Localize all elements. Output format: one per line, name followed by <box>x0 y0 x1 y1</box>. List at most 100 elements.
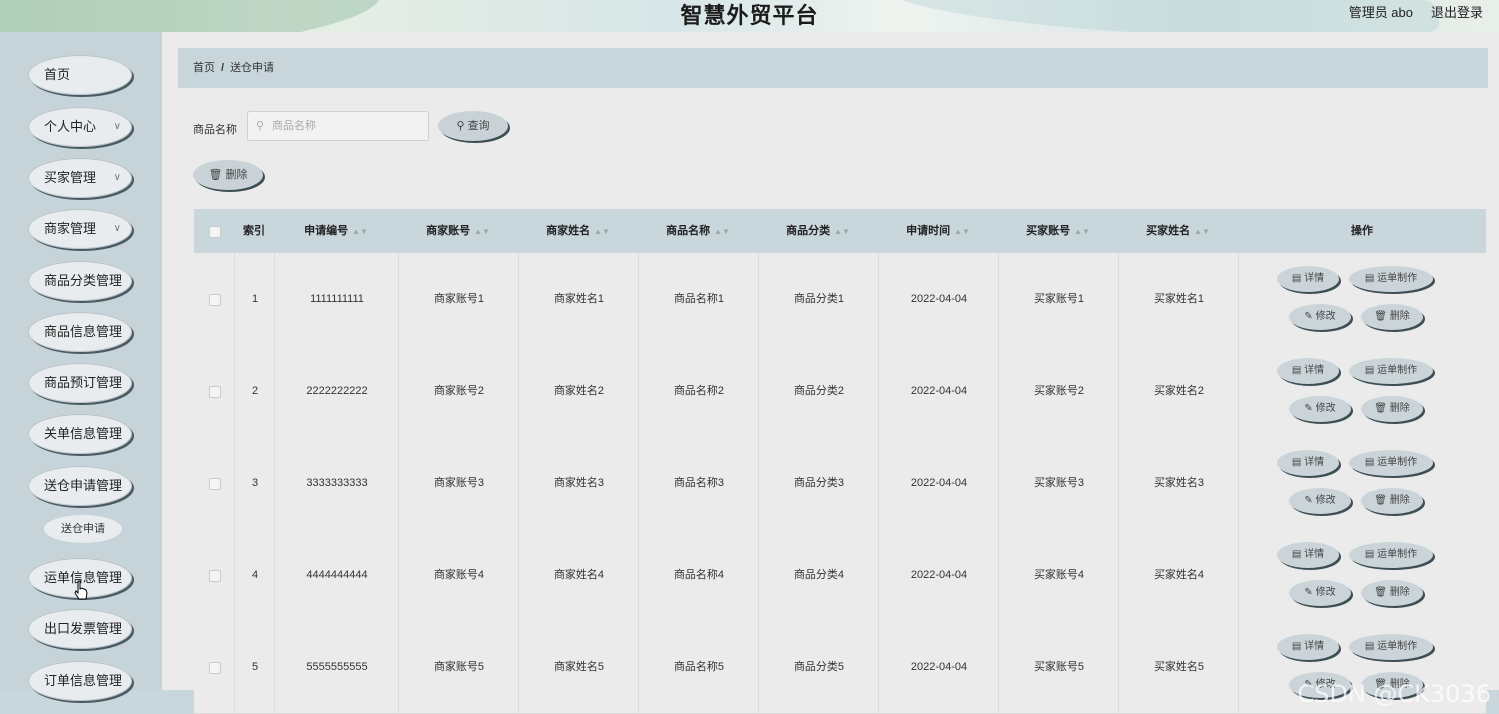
column-header: 索引 <box>234 209 274 253</box>
table-cell: 商品名称1 <box>638 253 759 345</box>
column-header[interactable]: 买家账号 ▲▼ <box>998 209 1118 253</box>
row-checkbox[interactable] <box>209 386 221 398</box>
sidebar-item-label: 商品分类管理 <box>44 273 123 288</box>
sidebar-item[interactable]: 个人中心 ∨ <box>28 107 132 147</box>
column-header[interactable]: 商品分类 ▲▼ <box>758 209 878 253</box>
pencil-icon: ✎ <box>1304 403 1313 414</box>
table-cell: 买家账号3 <box>998 437 1119 529</box>
search-input[interactable]: ⚲ 商品名称 <box>247 111 429 141</box>
delete-button[interactable]: 🗑 删除 <box>1361 580 1423 606</box>
detail-button[interactable]: ▤ 详情 <box>1277 358 1339 384</box>
query-button[interactable]: ⚲ 查询 <box>438 111 508 141</box>
sidebar-item[interactable]: 商品预订管理 <box>28 363 132 403</box>
sidebar-item[interactable]: 订单信息管理 <box>28 661 132 701</box>
table-cell: 5555555555 <box>274 621 399 713</box>
sidebar-item[interactable]: 商家管理 ∨ <box>28 209 132 249</box>
sort-icon[interactable]: ▲▼ <box>1194 227 1210 236</box>
sort-icon[interactable]: ▲▼ <box>474 227 490 236</box>
waybill-button[interactable]: ▤ 运单制作 <box>1349 450 1433 476</box>
app-title: 智慧外贸平台 <box>680 3 819 28</box>
row-checkbox[interactable] <box>209 662 221 674</box>
delete-button[interactable]: 🗑 删除 <box>1361 396 1423 422</box>
query-button-label: 查询 <box>467 120 490 132</box>
actions-cell: ▤ 详情 ▤ 运单制作 ✎ 修改 🗑 删除 <box>1238 437 1487 529</box>
detail-button[interactable]: ▤ 详情 <box>1277 634 1339 660</box>
edit-button[interactable]: ✎ 修改 <box>1289 580 1351 606</box>
sort-icon[interactable]: ▲▼ <box>352 227 368 236</box>
select-all-checkbox[interactable] <box>209 226 221 238</box>
column-header[interactable]: 商品名称 ▲▼ <box>638 209 758 253</box>
column-header[interactable]: 商家姓名 ▲▼ <box>518 209 638 253</box>
sort-icon[interactable]: ▲▼ <box>954 227 970 236</box>
sidebar-item-label: 商品预订管理 <box>44 375 123 390</box>
edit-button[interactable]: ✎ 修改 <box>1289 488 1351 514</box>
table-cell: 商品分类4 <box>758 529 879 621</box>
column-header-label: 商品名称 <box>666 225 711 237</box>
table-cell: 商品名称5 <box>638 621 759 713</box>
delete-button[interactable]: 🗑 删除 <box>1361 304 1423 330</box>
table-cell: 商品名称3 <box>638 437 759 529</box>
table-cell: 3 <box>234 437 275 529</box>
table-cell: 商家姓名5 <box>518 621 639 713</box>
sidebar-item[interactable]: 商品信息管理 <box>28 312 132 352</box>
sidebar-subitem[interactable]: 送仓申请 <box>44 515 122 543</box>
table-cell: 商品分类5 <box>758 621 879 713</box>
sort-icon[interactable]: ▲▼ <box>594 227 610 236</box>
waybill-button[interactable]: ▤ 运单制作 <box>1349 634 1433 660</box>
watermark: CSDN @CK3036 <box>1297 680 1491 708</box>
sort-icon[interactable]: ▲▼ <box>1074 227 1090 236</box>
top-header: 智慧外贸平台 管理员 abo 退出登录 <box>0 0 1499 32</box>
table-cell: 商家账号4 <box>398 529 519 621</box>
row-checkbox[interactable] <box>209 478 221 490</box>
sidebar-item[interactable]: 送仓申请管理 <box>28 466 132 506</box>
column-header-label: 申请时间 <box>906 225 951 237</box>
trash-icon: 🗑 <box>1374 587 1387 598</box>
table-row: 4 4444444444 商家账号4 商家姓名4 商品名称4 商品分类4 2022-04-0… <box>194 529 1486 622</box>
row-checkbox[interactable] <box>209 570 221 582</box>
table-cell: 商家姓名2 <box>518 345 639 437</box>
pencil-icon: ✎ <box>1304 587 1313 598</box>
table-row: 5 5555555555 商家账号5 商家姓名5 商品名称5 商品分类5 2022-04-0… <box>194 621 1486 714</box>
column-header[interactable]: 申请编号 ▲▼ <box>274 209 398 253</box>
column-header[interactable]: 买家姓名 ▲▼ <box>1118 209 1238 253</box>
detail-button[interactable]: ▤ 详情 <box>1277 542 1339 568</box>
document-icon: ▤ <box>1291 365 1302 376</box>
sidebar-item[interactable]: 商品分类管理 <box>28 261 132 301</box>
detail-button[interactable]: ▤ 详情 <box>1277 450 1339 476</box>
edit-button[interactable]: ✎ 修改 <box>1289 304 1351 330</box>
breadcrumb-home[interactable]: 首页 <box>193 62 215 74</box>
waybill-button[interactable]: ▤ 运单制作 <box>1349 542 1433 568</box>
waybill-button[interactable]: ▤ 运单制作 <box>1349 266 1433 292</box>
action-label: 删除 <box>1389 403 1410 414</box>
sidebar-item[interactable]: 首页 <box>28 55 132 95</box>
document-icon: ▤ <box>1364 457 1375 468</box>
chevron-down-icon: ∨ <box>113 223 121 234</box>
sidebar-item[interactable]: 出口发票管理 <box>28 609 132 649</box>
chevron-down-icon: ∨ <box>113 121 121 132</box>
detail-button[interactable]: ▤ 详情 <box>1277 266 1339 292</box>
column-header: 操作 <box>1238 209 1486 253</box>
sidebar-item[interactable]: 关单信息管理 <box>28 414 132 454</box>
column-header-label: 操作 <box>1351 225 1373 237</box>
trash-icon: 🗑 <box>1374 403 1387 414</box>
table-cell: 买家账号2 <box>998 345 1119 437</box>
table-cell: 买家姓名4 <box>1118 529 1239 621</box>
action-label: 运单制作 <box>1377 273 1418 284</box>
delete-button[interactable]: 🗑 删除 <box>1361 488 1423 514</box>
sort-icon[interactable]: ▲▼ <box>714 227 730 236</box>
sort-icon[interactable]: ▲▼ <box>834 227 850 236</box>
batch-delete-button[interactable]: 🗑 删除 <box>193 160 263 190</box>
column-header[interactable]: 申请时间 ▲▼ <box>878 209 998 253</box>
edit-button[interactable]: ✎ 修改 <box>1289 396 1351 422</box>
table-cell: 商品分类1 <box>758 253 879 345</box>
trash-icon: 🗑 <box>1374 495 1387 506</box>
column-header[interactable]: 商家账号 ▲▼ <box>398 209 518 253</box>
row-checkbox[interactable] <box>209 294 221 306</box>
table-cell: 4 <box>234 529 275 621</box>
table-cell: 5 <box>234 621 275 713</box>
waybill-button[interactable]: ▤ 运单制作 <box>1349 358 1433 384</box>
logout-link[interactable]: 退出登录 <box>1431 2 1483 21</box>
sidebar-item[interactable]: 买家管理 ∨ <box>28 158 132 198</box>
batch-delete-label: 删除 <box>225 169 248 181</box>
table-cell: 买家账号5 <box>998 621 1119 713</box>
